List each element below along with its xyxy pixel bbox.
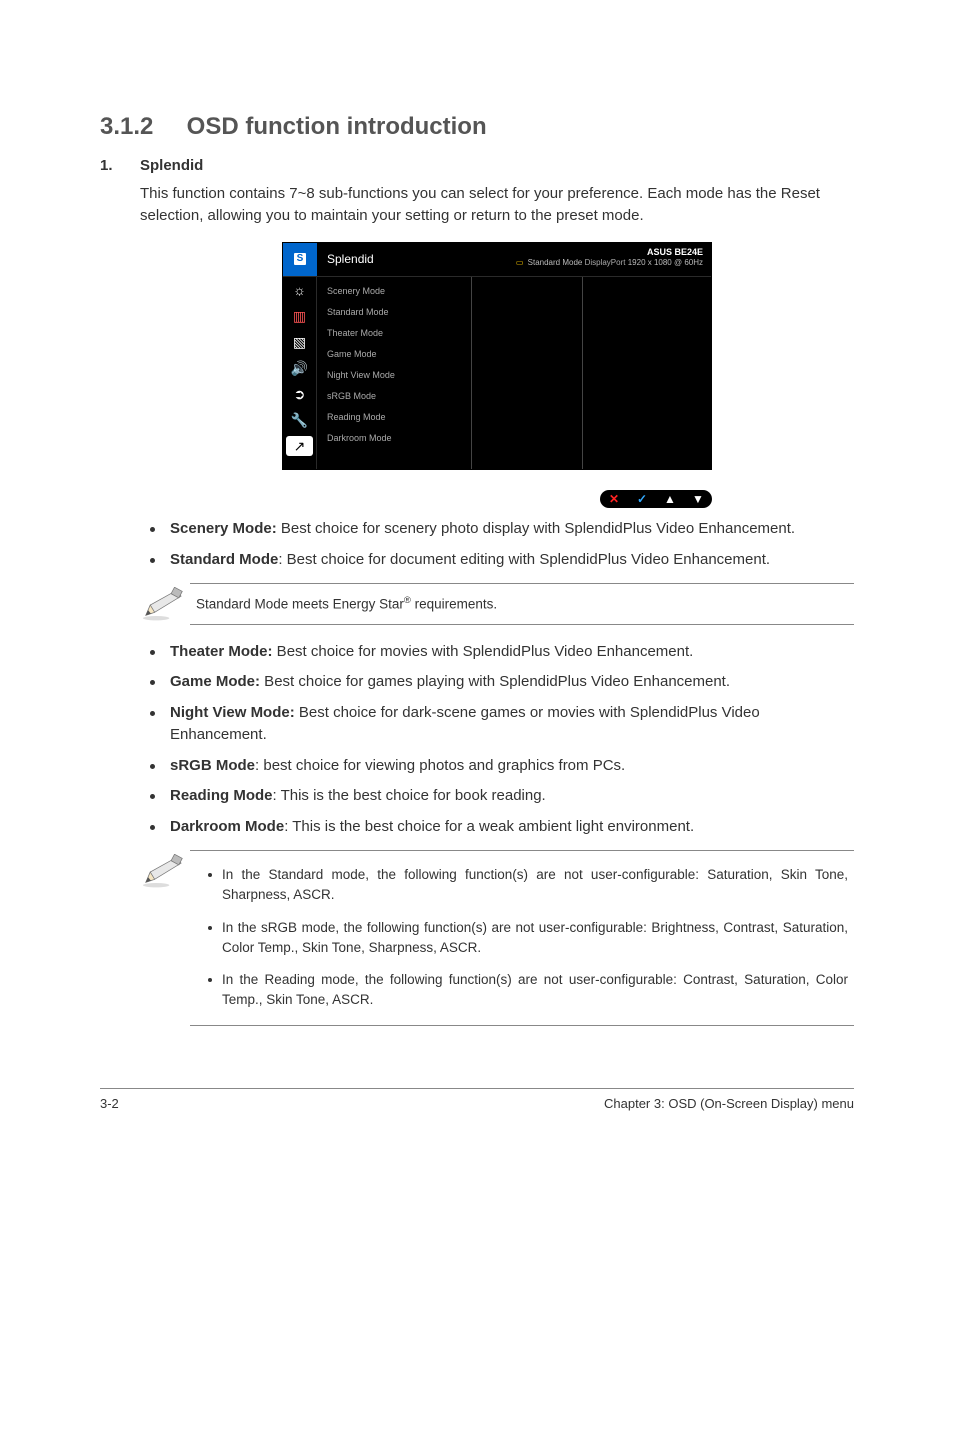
osd-down-icon: ▼	[684, 490, 712, 508]
list-item: Theater Mode: Best choice for movies wit…	[140, 641, 854, 664]
osd-menu-item: Night View Mode	[317, 365, 471, 386]
chapter-label: Chapter 3: OSD (On-Screen Display) menu	[604, 1095, 854, 1114]
note-text: Standard Mode meets Energy Star® require…	[190, 583, 854, 625]
list-item: Darkroom Mode: This is the best choice f…	[140, 816, 854, 839]
osd-screenshot: S Splendid ASUS BE24E ▭ Standard Mode Di…	[282, 242, 712, 471]
color-icon: ▥	[283, 303, 316, 329]
section-heading: 3.1.2 OSD function introduction	[100, 110, 854, 145]
osd-up-icon: ▲	[656, 490, 684, 508]
osd-icon-column: ☼ ▥ ▧ 🔊 ➲ 🔧 ↗	[283, 277, 317, 469]
osd-preview-area	[472, 277, 711, 469]
mode-list-b: Theater Mode: Best choice for movies wit…	[140, 641, 854, 839]
osd-menu: Scenery Mode Standard Mode Theater Mode …	[317, 277, 472, 469]
pencil-icon	[140, 583, 190, 628]
list-item: Scenery Mode: Best choice for scenery ph…	[140, 518, 854, 541]
osd-meta: ASUS BE24E ▭ Standard Mode DisplayPort 1…	[508, 243, 711, 276]
note-box: In the Standard mode, the following func…	[140, 850, 854, 1026]
input-icon: ➲	[283, 381, 316, 407]
list-number: 1.	[100, 155, 140, 1038]
list-item: Standard Mode: Best choice for document …	[140, 549, 854, 572]
page-footer: 3-2 Chapter 3: OSD (On-Screen Display) m…	[100, 1088, 854, 1114]
osd-menu-item: Scenery Mode	[317, 281, 471, 302]
brightness-icon: ☼	[283, 277, 316, 303]
note-item: In the Reading mode, the following funct…	[196, 970, 848, 1011]
osd-menu-item: sRGB Mode	[317, 386, 471, 407]
osd-menu-item: Reading Mode	[317, 407, 471, 428]
osd-menu-item: Theater Mode	[317, 323, 471, 344]
pencil-icon	[140, 850, 190, 895]
list-item: sRGB Mode: best choice for viewing photo…	[140, 755, 854, 778]
osd-control-bar: ✕ ✓ ▲ ▼	[282, 490, 712, 508]
settings-icon: 🔧	[283, 407, 316, 433]
item-heading: Splendid	[140, 155, 854, 177]
osd-menu-item: Standard Mode	[317, 302, 471, 323]
list-item: Reading Mode: This is the best choice fo…	[140, 785, 854, 808]
list-item: Game Mode: Best choice for games playing…	[140, 671, 854, 694]
osd-ok-icon: ✓	[628, 490, 656, 508]
item-intro: This function contains 7~8 sub-functions…	[140, 183, 854, 228]
osd-menu-item: Darkroom Mode	[317, 428, 471, 449]
osd-close-icon: ✕	[600, 490, 628, 508]
section-number: 3.1.2	[100, 110, 180, 145]
list-item: Night View Mode: Best choice for dark-sc…	[140, 702, 854, 747]
osd-splendid-icon: S	[283, 243, 317, 276]
page-number: 3-2	[100, 1095, 119, 1114]
note-box: Standard Mode meets Energy Star® require…	[140, 583, 854, 628]
shortcut-icon: ↗	[286, 436, 313, 456]
note-item: In the sRGB mode, the following function…	[196, 918, 848, 959]
section-title-text: OSD function introduction	[187, 113, 487, 140]
sound-icon: 🔊	[283, 355, 316, 381]
mode-list-a: Scenery Mode: Best choice for scenery ph…	[140, 518, 854, 571]
osd-title: Splendid	[317, 243, 384, 276]
image-icon: ▧	[283, 329, 316, 355]
note-list: In the Standard mode, the following func…	[196, 865, 848, 1011]
osd-menu-item: Game Mode	[317, 344, 471, 365]
note-item: In the Standard mode, the following func…	[196, 865, 848, 906]
